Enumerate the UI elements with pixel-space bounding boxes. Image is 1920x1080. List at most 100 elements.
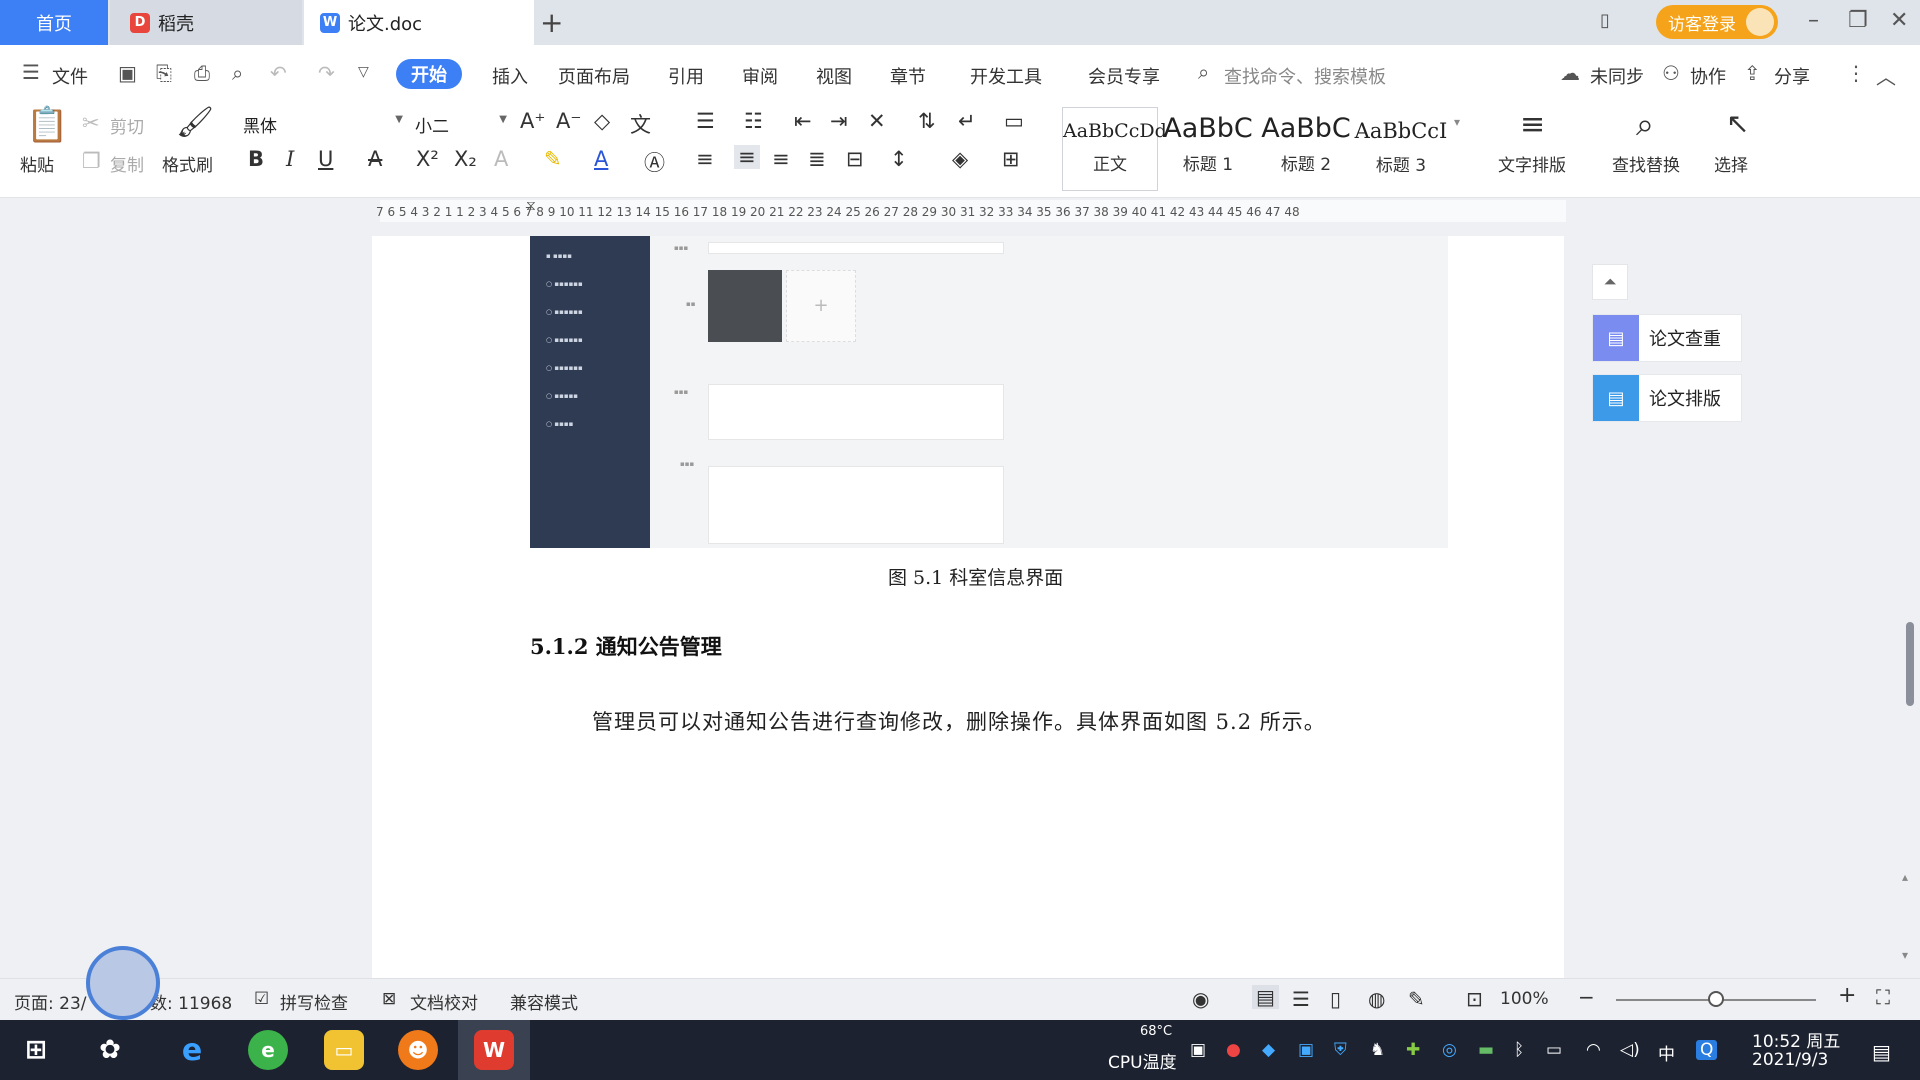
font-name-select[interactable]: 黑体 ▼ (236, 107, 408, 137)
paste-button[interactable]: 粘贴 (20, 151, 54, 176)
menu-page-layout[interactable]: 页面布局 (558, 63, 630, 89)
shrink-font-icon[interactable]: A⁻ (556, 109, 581, 133)
sync-status[interactable]: 未同步 (1590, 63, 1644, 89)
ie-browser-icon[interactable]: e (172, 1030, 212, 1070)
cut-button[interactable]: 剪切 (110, 113, 144, 138)
scroll-down-icon[interactable]: ▾ (1902, 948, 1908, 962)
tab-stops-icon[interactable]: ▭ (1004, 109, 1024, 133)
clear-format-icon[interactable]: ◇ (594, 109, 610, 133)
indent-marker-icon[interactable]: ⧖ (526, 198, 536, 214)
file-explorer-icon[interactable]: ▭ (324, 1030, 364, 1070)
paste-icon[interactable]: 📋 (26, 105, 68, 145)
char-border-icon[interactable]: Ⓐ (644, 147, 665, 177)
fullscreen-icon[interactable]: ⛶ (1876, 985, 1890, 1009)
pinyin-icon[interactable]: 文 (630, 109, 651, 139)
game-app-icon[interactable]: ☻ (398, 1030, 438, 1070)
style-heading-2[interactable]: AaBbC 标题 2 (1258, 107, 1354, 191)
print-preview-icon[interactable]: ⌕ (232, 61, 243, 85)
align-left-icon[interactable]: ≡ (696, 147, 714, 171)
command-search-input[interactable]: 查找命令、搜索模板 (1224, 63, 1386, 89)
output-icon[interactable]: ⎘ (156, 61, 172, 85)
scroll-up-icon[interactable]: ▴ (1902, 870, 1908, 884)
menu-review[interactable]: 审阅 (742, 63, 778, 89)
web-view-icon[interactable]: ◍ (1368, 987, 1385, 1011)
page-view-icon[interactable]: ▤ (1252, 985, 1279, 1009)
align-right-icon[interactable]: ≡ (772, 147, 790, 171)
notification-icon[interactable]: ▤ (1872, 1040, 1891, 1064)
menu-member[interactable]: 会员专享 (1088, 63, 1160, 89)
menu-chapter[interactable]: 章节 (890, 63, 926, 89)
sort-icon[interactable]: ⇅ (918, 109, 936, 133)
save-icon[interactable]: ▣ (118, 61, 137, 85)
word-count[interactable]: 数: 11968 (150, 989, 232, 1014)
font-color-icon[interactable]: A (594, 147, 608, 171)
collapse-ribbon-icon[interactable]: ︿ (1876, 61, 1896, 90)
proofread-button[interactable]: 文档校对 (410, 989, 478, 1014)
nvidia-icon[interactable]: ▬ (1478, 1040, 1494, 1060)
tray-app-icon[interactable]: ● (1226, 1040, 1241, 1060)
more-icon[interactable]: ⋮ (1846, 61, 1866, 85)
qq-icon[interactable]: ♞ (1370, 1040, 1385, 1060)
shading-icon[interactable]: ◈ (952, 147, 968, 171)
grow-font-icon[interactable]: A⁺ (520, 109, 545, 133)
italic-icon[interactable]: I (286, 147, 294, 171)
text-effect-icon[interactable]: A (494, 147, 508, 171)
text-layout-button[interactable]: 文字排版 (1498, 151, 1566, 176)
style-heading-3[interactable]: AaBbCcI 标题 3 (1354, 107, 1448, 191)
spellcheck-button[interactable]: 拼写检查 (280, 989, 348, 1014)
share-button[interactable]: 分享 (1774, 63, 1810, 89)
tray-app-icon[interactable]: ✚ (1406, 1040, 1420, 1060)
align-center-icon[interactable]: ≡ (734, 145, 760, 169)
copy-button[interactable]: 复制 (110, 151, 144, 176)
format-painter-icon[interactable]: 🖌 (176, 105, 214, 140)
menu-view[interactable]: 视图 (816, 63, 852, 89)
underline-icon[interactable]: U (318, 147, 333, 171)
360-browser-icon[interactable]: e (248, 1030, 288, 1070)
tab-daoke[interactable]: D 稻壳 (110, 0, 302, 45)
superscript-icon[interactable]: X² (416, 147, 439, 171)
customize-chevron-icon[interactable]: ▽ (358, 64, 369, 80)
redo-icon[interactable]: ↷ (318, 61, 335, 85)
numbered-list-icon[interactable]: ☷ (744, 109, 763, 133)
bold-icon[interactable]: B (248, 147, 264, 171)
styles-more-icon[interactable]: ▾ (1454, 115, 1460, 129)
restore-icon[interactable]: ❐ (1848, 8, 1868, 33)
fit-page-icon[interactable]: ⊡ (1466, 987, 1483, 1011)
zoom-level[interactable]: 100% (1500, 989, 1549, 1009)
volume-icon[interactable]: ◁) (1620, 1040, 1640, 1060)
write-view-icon[interactable]: ✎ (1408, 987, 1425, 1011)
minimize-icon[interactable]: – (1808, 8, 1819, 33)
clock-time[interactable]: 10:52 周五 (1752, 1027, 1840, 1052)
paper-layout-button[interactable]: ▤ 论文排版 (1592, 374, 1742, 422)
clock-date[interactable]: 2021/9/3 (1752, 1050, 1828, 1070)
zoom-slider-handle[interactable] (1708, 991, 1724, 1007)
menu-file[interactable]: 文件 (52, 63, 88, 89)
distribute-icon[interactable]: ⊟ (846, 147, 864, 171)
windows-start-icon[interactable]: ⊞ (16, 1030, 56, 1070)
tray-app-icon[interactable]: ▣ (1298, 1040, 1314, 1060)
menu-references[interactable]: 引用 (668, 63, 704, 89)
close-icon[interactable]: ✕ (1890, 8, 1908, 33)
tray-app-icon[interactable]: ◎ (1442, 1040, 1457, 1060)
find-replace-button[interactable]: 查找替换 (1612, 151, 1680, 176)
chinese-layout-icon[interactable]: ✕ (868, 109, 886, 133)
guest-login-button[interactable]: 访客登录 (1656, 5, 1778, 39)
wps-office-icon[interactable]: W (474, 1030, 514, 1070)
bluetooth-icon[interactable]: ᛒ (1514, 1040, 1524, 1060)
page-indicator[interactable]: 页面: 23/ (14, 989, 87, 1014)
outline-view-icon[interactable]: ☰ (1292, 987, 1310, 1011)
strikethrough-icon[interactable]: A (368, 147, 382, 171)
show-marks-icon[interactable]: ↵ (958, 109, 976, 133)
line-spacing-icon[interactable]: ↕ (890, 147, 908, 171)
print-icon[interactable]: ⎙ (194, 61, 210, 85)
panel-collapse-icon[interactable]: ⏶ (1592, 264, 1628, 300)
vertical-scrollbar[interactable] (1902, 224, 1916, 974)
borders-icon[interactable]: ⊞ (1002, 147, 1020, 171)
ime-indicator[interactable]: 中 (1658, 1040, 1675, 1065)
undo-icon[interactable]: ↶ (270, 61, 287, 85)
tab-home[interactable]: 首页 (0, 0, 108, 45)
font-size-select[interactable]: 小二 ▼ (408, 107, 512, 137)
style-heading-1[interactable]: AaBbC 标题 1 (1160, 107, 1256, 191)
pinwheel-app-icon[interactable]: ✿ (90, 1030, 130, 1070)
window-layout-icon[interactable]: ▯ (1600, 10, 1610, 31)
